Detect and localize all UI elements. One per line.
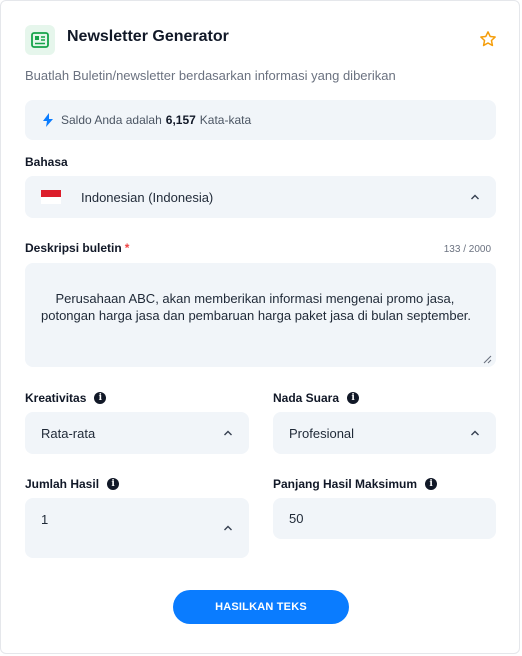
tone-select[interactable]: Profesional	[273, 412, 496, 454]
info-icon[interactable]: i	[107, 478, 120, 490]
result-count-select[interactable]: 1	[25, 498, 249, 558]
resize-handle-icon[interactable]	[482, 354, 492, 364]
creativity-value: Rata-rata	[41, 425, 96, 441]
indonesia-flag-icon	[41, 190, 61, 204]
result-count-label: Jumlah Hasil i	[25, 477, 120, 491]
max-length-value: 50	[289, 511, 304, 526]
tone-label: Nada Suara i	[273, 391, 360, 405]
generate-button[interactable]: HASILKAN TEKS	[173, 590, 349, 624]
language-value: Indonesian (Indonesia)	[81, 189, 214, 205]
chevron-up-icon	[224, 430, 232, 436]
language-label: Bahasa	[25, 155, 68, 169]
description-textarea[interactable]: Perusahaan ABC, akan memberikan informas…	[25, 263, 496, 367]
result-count-label-text: Jumlah Hasil	[25, 477, 100, 491]
balance-banner: Saldo Anda adalah 6,157 Kata-kata	[25, 100, 496, 140]
language-select[interactable]: Indonesian (Indonesia)	[25, 176, 496, 218]
tone-label-text: Nada Suara	[273, 391, 340, 405]
description-label-text: Deskripsi buletin	[25, 241, 122, 255]
required-mark: *	[124, 241, 130, 255]
result-count-value: 1	[41, 512, 49, 527]
chevron-up-icon	[224, 525, 232, 531]
chevron-up-icon	[471, 430, 479, 436]
max-length-label-text: Panjang Hasil Maksimum	[273, 477, 418, 491]
description-label: Deskripsi buletin *	[25, 241, 129, 255]
info-icon[interactable]: i	[425, 478, 438, 490]
max-length-label: Panjang Hasil Maksimum i	[273, 477, 438, 491]
newsletter-icon	[25, 25, 55, 55]
balance-prefix: Saldo Anda adalah	[61, 113, 162, 127]
bolt-icon	[43, 113, 53, 127]
creativity-select[interactable]: Rata-rata	[25, 412, 249, 454]
tone-value: Profesional	[289, 425, 355, 441]
chevron-up-icon	[471, 194, 479, 200]
creativity-label-text: Kreativitas	[25, 391, 87, 405]
character-counter: 133 / 2000	[443, 244, 491, 255]
balance-amount: 6,157	[165, 113, 196, 127]
star-icon[interactable]	[479, 30, 497, 48]
description-text: Perusahaan ABC, akan memberikan informas…	[41, 291, 472, 323]
info-icon[interactable]: i	[347, 392, 360, 404]
language-label-text: Bahasa	[25, 155, 68, 169]
info-icon[interactable]: i	[94, 392, 107, 404]
page-title: Newsletter Generator	[67, 28, 229, 45]
creativity-label: Kreativitas i	[25, 391, 107, 405]
max-length-input[interactable]: 50	[273, 498, 496, 539]
balance-suffix: Kata-kata	[199, 113, 252, 127]
newsletter-generator-card: Newsletter Generator Buatlah Buletin/new…	[0, 0, 520, 654]
page-subtitle: Buatlah Buletin/newsletter berdasarkan i…	[25, 68, 396, 83]
